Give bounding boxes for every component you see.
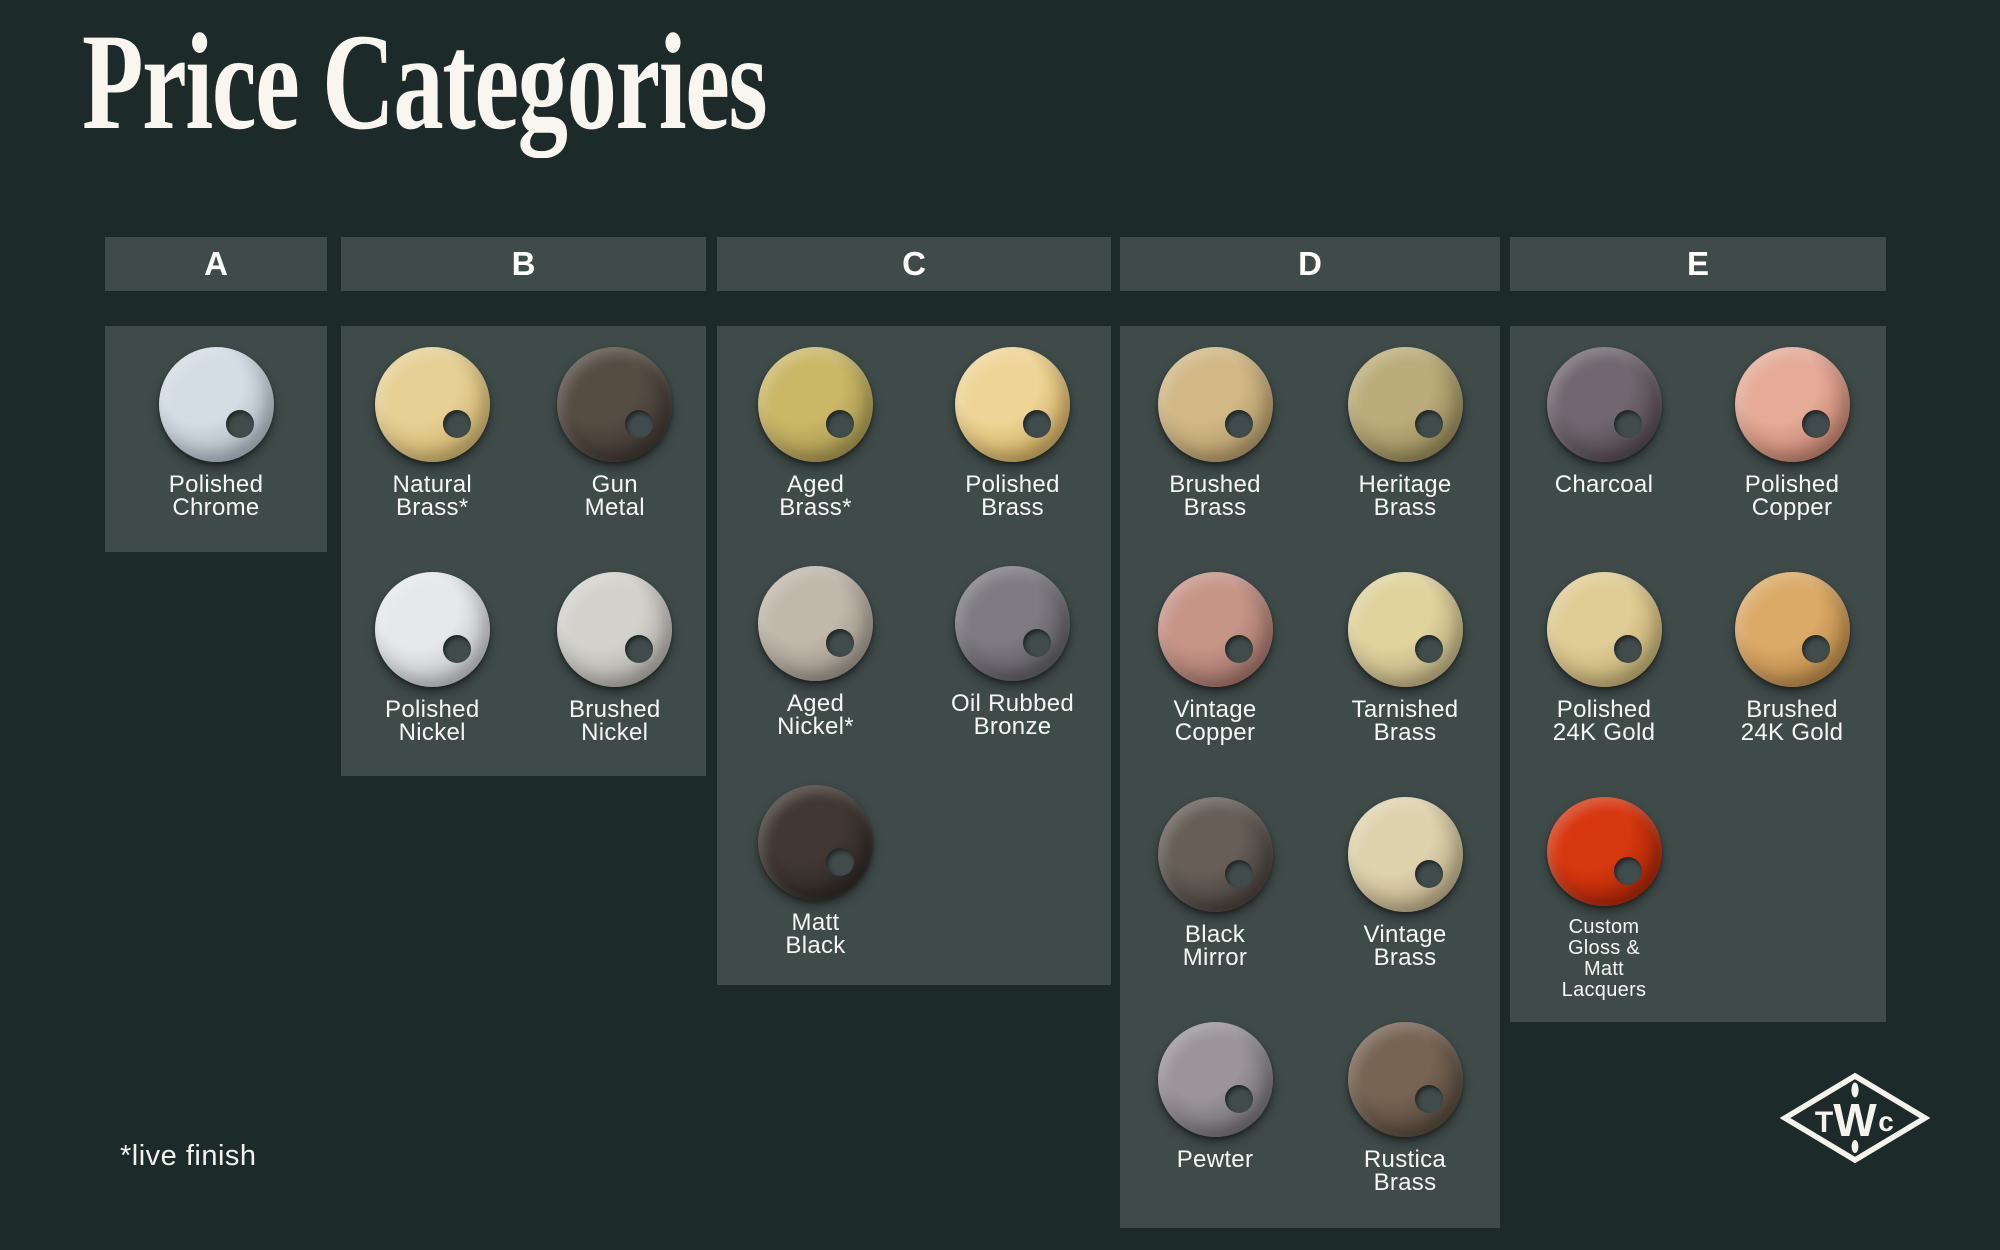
finish-label: Gun Metal (585, 473, 645, 519)
finish-label: Brushed 24K Gold (1741, 698, 1843, 744)
custom-lacquers-swatch (1547, 797, 1662, 906)
finish-brushed-24k-gold: Brushed 24K Gold (1698, 551, 1886, 776)
finish-brushed-nickel: Brushed Nickel (524, 551, 707, 776)
polished-nickel-swatch (375, 572, 490, 687)
finish-label: Matt Black (785, 911, 845, 957)
matt-black-swatch (758, 785, 873, 900)
finish-label: Pewter (1177, 1148, 1254, 1171)
aged-brass-swatch (758, 347, 873, 462)
finish-heritage-brass: Heritage Brass (1310, 326, 1500, 551)
finish-label: Black Mirror (1183, 923, 1247, 969)
brushed-brass-swatch (1158, 347, 1273, 462)
finish-aged-brass: Aged Brass* (717, 326, 914, 545)
price-categories-page: Price Categories A B C D E Polished Chro… (0, 0, 2000, 1250)
finish-polished-chrome: Polished Chrome (105, 326, 327, 552)
finish-gun-metal: Gun Metal (524, 326, 707, 551)
oil-rubbed-bronze-swatch (955, 566, 1070, 681)
category-header-c: C (717, 237, 1111, 291)
finish-label: Brushed Nickel (569, 698, 661, 744)
page-title: Price Categories (82, 10, 766, 155)
finish-label: Heritage Brass (1358, 473, 1451, 519)
category-header-e: E (1510, 237, 1886, 291)
finish-charcoal: Charcoal (1510, 326, 1698, 551)
twc-logo: T W c (1780, 1072, 1930, 1167)
rustica-brass-swatch (1348, 1022, 1463, 1137)
finish-label: Vintage Copper (1173, 698, 1256, 744)
logo-letter-t: T (1815, 1106, 1833, 1139)
finish-label: Polished 24K Gold (1553, 698, 1655, 744)
category-panel-d: Brushed Brass Heritage Brass Vintage Cop… (1120, 326, 1500, 1228)
finish-label: Polished Brass (965, 473, 1059, 519)
finish-polished-24k-gold: Polished 24K Gold (1510, 551, 1698, 776)
live-finish-footnote: *live finish (120, 1140, 257, 1173)
finish-vintage-copper: Vintage Copper (1120, 551, 1310, 776)
finish-label: Aged Brass* (779, 473, 852, 519)
finish-pewter: Pewter (1120, 1001, 1310, 1226)
aged-nickel-swatch (758, 566, 873, 681)
finish-label: Polished Nickel (385, 698, 479, 744)
finish-label: Custom Gloss & Matt Lacquers (1562, 917, 1647, 1001)
polished-chrome-swatch (159, 347, 274, 462)
polished-copper-swatch (1735, 347, 1850, 462)
finish-label: Polished Copper (1745, 473, 1839, 519)
finish-label: Brushed Brass (1169, 473, 1261, 519)
heritage-brass-swatch (1348, 347, 1463, 462)
polished-24k-gold-swatch (1547, 572, 1662, 687)
finish-custom-lacquers: Custom Gloss & Matt Lacquers (1510, 776, 1698, 1001)
finish-vintage-brass: Vintage Brass (1310, 776, 1500, 1001)
category-panel-b: Natural Brass* Gun Metal Polished Nickel… (341, 326, 706, 776)
finish-label: Tarnished Brass (1352, 698, 1459, 744)
natural-brass-swatch (375, 347, 490, 462)
finish-label: Charcoal (1555, 473, 1653, 496)
category-header-a: A (105, 237, 327, 291)
finish-aged-nickel: Aged Nickel* (717, 545, 914, 764)
brushed-nickel-swatch (557, 572, 672, 687)
finish-black-mirror: Black Mirror (1120, 776, 1310, 1001)
category-panel-a: Polished Chrome (105, 326, 327, 552)
black-mirror-swatch (1158, 797, 1273, 912)
finish-label: Oil Rubbed Bronze (951, 692, 1074, 738)
finish-natural-brass: Natural Brass* (341, 326, 524, 551)
finish-label: Aged Nickel* (777, 692, 854, 738)
tarnished-brass-swatch (1348, 572, 1463, 687)
finish-polished-brass: Polished Brass (914, 326, 1111, 545)
logo-letter-c: c (1878, 1106, 1894, 1137)
finish-rustica-brass: Rustica Brass (1310, 1001, 1500, 1226)
polished-brass-swatch (955, 347, 1070, 462)
logo-letter-w: W (1833, 1094, 1877, 1146)
finish-polished-copper: Polished Copper (1698, 326, 1886, 551)
finish-tarnished-brass: Tarnished Brass (1310, 551, 1500, 776)
finish-oil-rubbed-bronze: Oil Rubbed Bronze (914, 545, 1111, 764)
category-header-b: B (341, 237, 706, 291)
finish-label: Natural Brass* (393, 473, 472, 519)
category-header-d: D (1120, 237, 1500, 291)
gun-metal-swatch (557, 347, 672, 462)
category-panel-c: Aged Brass* Polished Brass Aged Nickel* … (717, 326, 1111, 985)
finish-matt-black: Matt Black (717, 764, 914, 983)
vintage-copper-swatch (1158, 572, 1273, 687)
pewter-swatch (1158, 1022, 1273, 1137)
finish-label: Vintage Brass (1363, 923, 1446, 969)
vintage-brass-swatch (1348, 797, 1463, 912)
charcoal-swatch (1547, 347, 1662, 462)
category-panel-e: Charcoal Polished Copper Polished 24K Go… (1510, 326, 1886, 1022)
brushed-24k-gold-swatch (1735, 572, 1850, 687)
finish-label: Rustica Brass (1364, 1148, 1446, 1194)
finish-brushed-brass: Brushed Brass (1120, 326, 1310, 551)
finish-label: Polished Chrome (169, 473, 263, 519)
finish-polished-nickel: Polished Nickel (341, 551, 524, 776)
